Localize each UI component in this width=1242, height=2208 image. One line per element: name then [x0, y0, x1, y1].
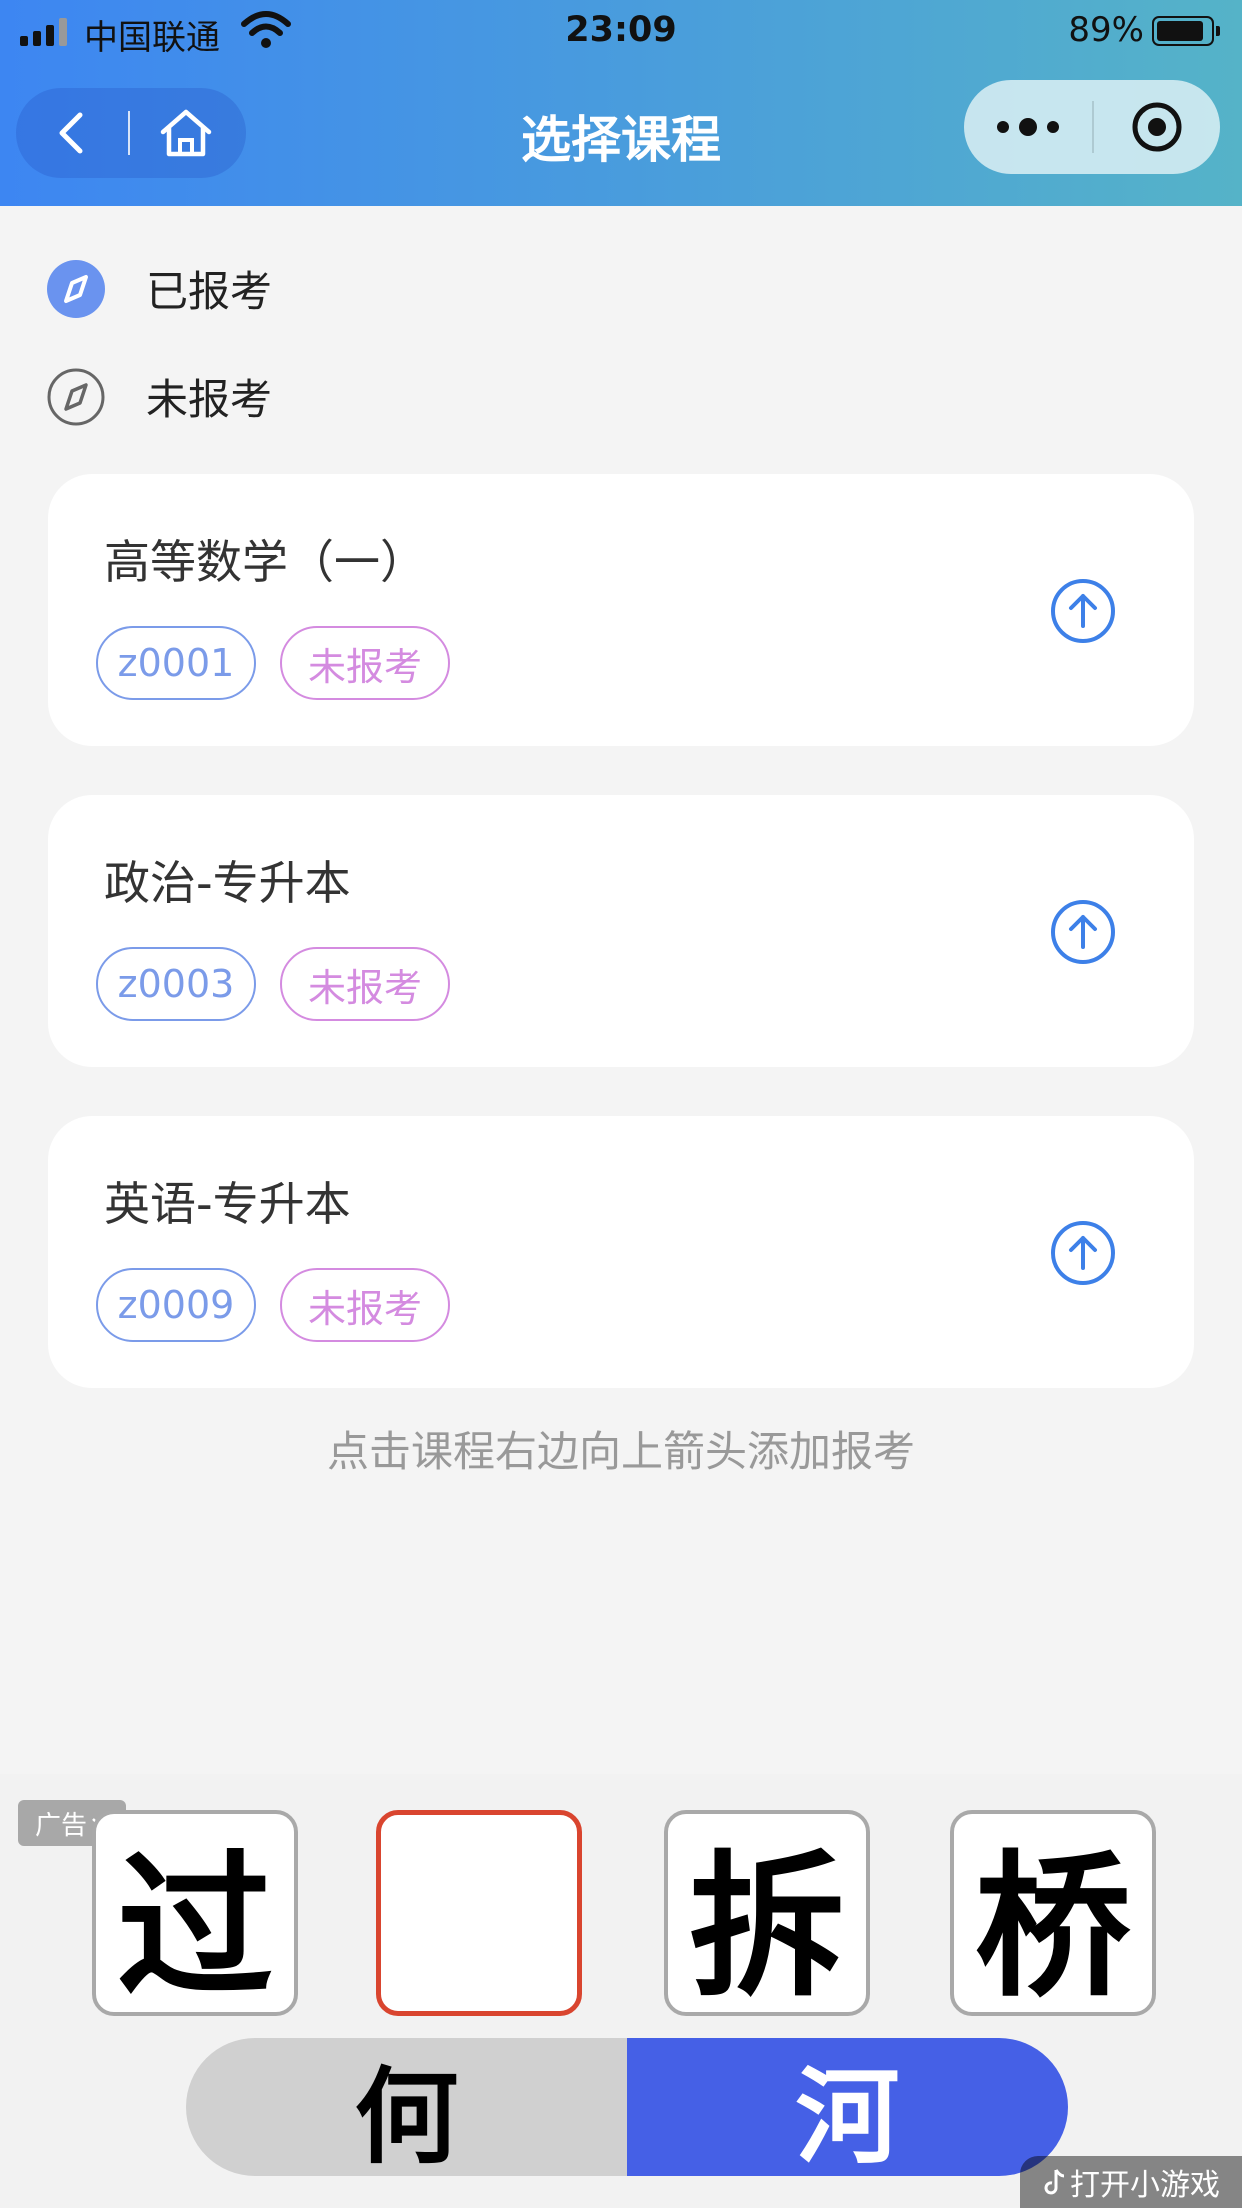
- answer-choices: 何 河: [186, 2038, 1068, 2176]
- course-status-tag: 未报考: [280, 626, 450, 700]
- course-card[interactable]: 高等数学（一） z0001 未报考: [48, 474, 1194, 746]
- course-code-tag: z0009: [96, 1268, 256, 1342]
- music-note-icon: [1044, 2169, 1065, 2195]
- header-bar: 中国联通 23:09 89% 选择课程: [0, 0, 1242, 206]
- course-status-tag: 未报考: [280, 1268, 450, 1342]
- arrow-up-circle-icon[interactable]: [1050, 1220, 1116, 1286]
- course-card[interactable]: 政治-专升本 z0003 未报考: [48, 795, 1194, 1067]
- close-miniapp-button[interactable]: [1094, 80, 1220, 174]
- course-card[interactable]: 英语-专升本 z0009 未报考: [48, 1116, 1194, 1388]
- word-tile-empty[interactable]: [376, 1810, 582, 2016]
- more-button[interactable]: [964, 80, 1092, 174]
- legend-registered-label: 已报考: [146, 267, 273, 316]
- miniapp-capsule: [964, 80, 1220, 174]
- course-name: 英语-专升本: [104, 1177, 351, 1231]
- battery-icon: [1152, 16, 1220, 46]
- ad-badge-label: 广告: [34, 1810, 87, 1841]
- hint-text: 点击课程右边向上箭头添加报考: [326, 1427, 915, 1476]
- legend-unregistered-label: 未报考: [146, 375, 273, 424]
- open-minigame-label: 打开小游戏: [1070, 2168, 1220, 2203]
- course-name: 政治-专升本: [104, 856, 351, 910]
- clock-time: 23:09: [565, 10, 677, 50]
- target-icon: [1132, 102, 1182, 152]
- word-tile[interactable]: 桥: [950, 1810, 1156, 2018]
- arrow-up-circle-icon[interactable]: [1050, 578, 1116, 644]
- status-bar: 中国联通 23:09 89%: [0, 0, 1242, 62]
- legend-registered: 已报考: [46, 258, 272, 319]
- legend-unregistered: 未报考: [46, 366, 272, 427]
- battery-percent: 89%: [1068, 10, 1144, 50]
- compass-outline-icon: [47, 368, 105, 425]
- word-tile[interactable]: 过: [92, 1810, 298, 2018]
- course-code-tag: z0001: [96, 626, 256, 700]
- answer-option[interactable]: 何: [186, 2038, 627, 2176]
- answer-option-selected[interactable]: 河: [627, 2038, 1068, 2176]
- open-minigame-button[interactable]: 打开小游戏: [1020, 2156, 1242, 2208]
- ad-banner[interactable]: 广告 过 拆 桥 何 河 打开小游戏: [0, 1774, 1242, 2208]
- course-name: 高等数学（一）: [104, 535, 426, 589]
- course-status-tag: 未报考: [280, 947, 450, 1021]
- arrow-up-circle-icon[interactable]: [1050, 899, 1116, 965]
- compass-filled-icon: [47, 259, 105, 318]
- course-code-tag: z0003: [96, 947, 256, 1021]
- word-tile[interactable]: 拆: [664, 1810, 870, 2018]
